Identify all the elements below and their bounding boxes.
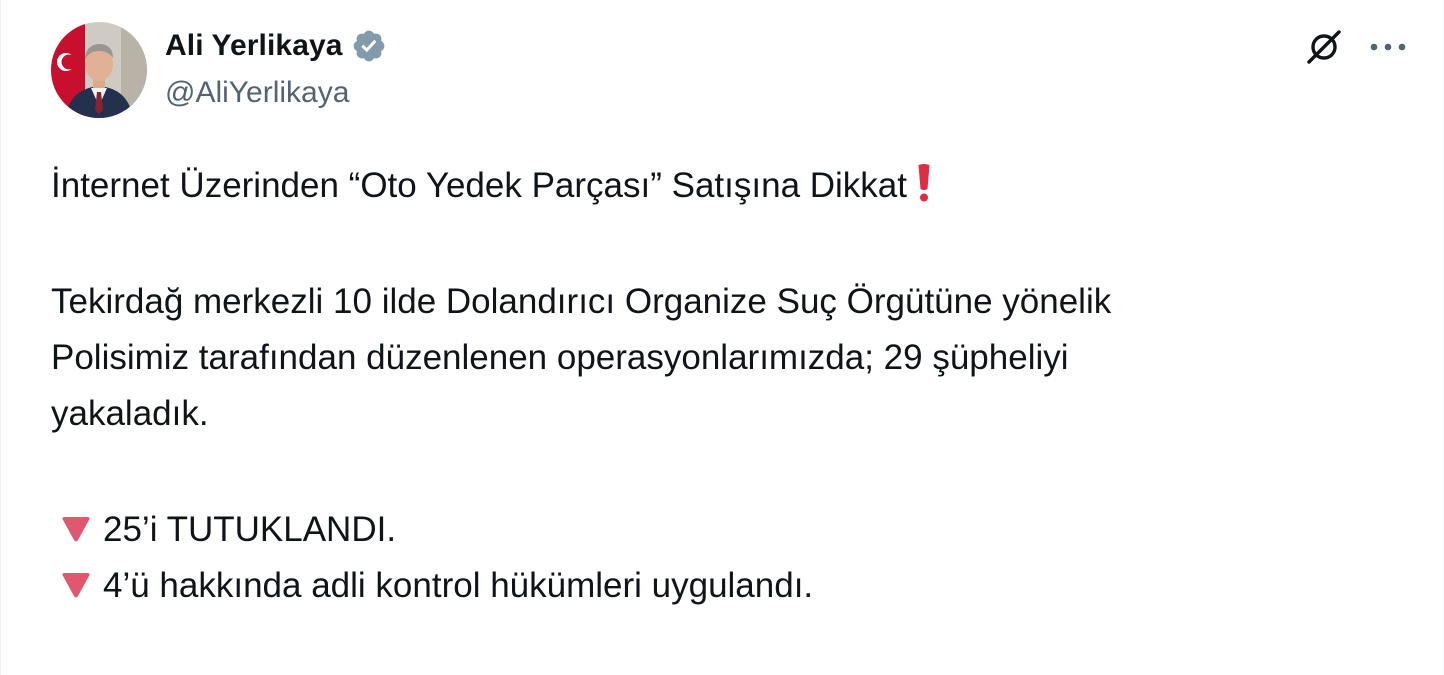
- tweet-title-line: İnternet Üzerinden “Oto Yedek Parçası” S…: [51, 158, 1391, 214]
- bullet-text: 25’i TUTUKLANDI.: [103, 510, 397, 549]
- author-handle[interactable]: @AliYerlikaya: [165, 76, 349, 110]
- tweet-body-line: Polisimiz tarafından düzenlenen operasyo…: [51, 338, 1069, 377]
- tweet-card: Ali Yerlikaya @AliYerlikaya İnternet Üze…: [0, 0, 1444, 675]
- tweet-body-line: Tekirdağ merkezli 10 ilde Dolandırıcı Or…: [51, 282, 1112, 321]
- avatar[interactable]: [51, 22, 147, 118]
- more-options-button[interactable]: [1365, 24, 1411, 70]
- tweet-title-text: İnternet Üzerinden “Oto Yedek Parçası” S…: [51, 166, 907, 205]
- bullet-item: 25’i TUTUKLANDI.: [51, 502, 1391, 558]
- grok-icon: [1307, 30, 1341, 64]
- red-down-triangle-icon: [61, 560, 91, 598]
- more-dots-icon: [1370, 43, 1406, 51]
- bullet-text: 4’ü hakkında adli kontrol hükümleri uygu…: [103, 566, 814, 605]
- tweet-body-line: yakaladık.: [51, 394, 209, 433]
- verified-badge-icon: [351, 28, 387, 64]
- red-down-triangle-icon: [61, 504, 91, 542]
- tweet-text: İnternet Üzerinden “Oto Yedek Parçası” S…: [51, 158, 1391, 614]
- exclamation-mark-icon: [917, 163, 931, 220]
- avatar-photo: [51, 22, 147, 118]
- grok-button[interactable]: [1301, 24, 1347, 70]
- bullet-item: 4’ü hakkında adli kontrol hükümleri uygu…: [51, 558, 1391, 614]
- author-display-name[interactable]: Ali Yerlikaya: [165, 29, 343, 63]
- author-name-row[interactable]: Ali Yerlikaya: [165, 27, 387, 65]
